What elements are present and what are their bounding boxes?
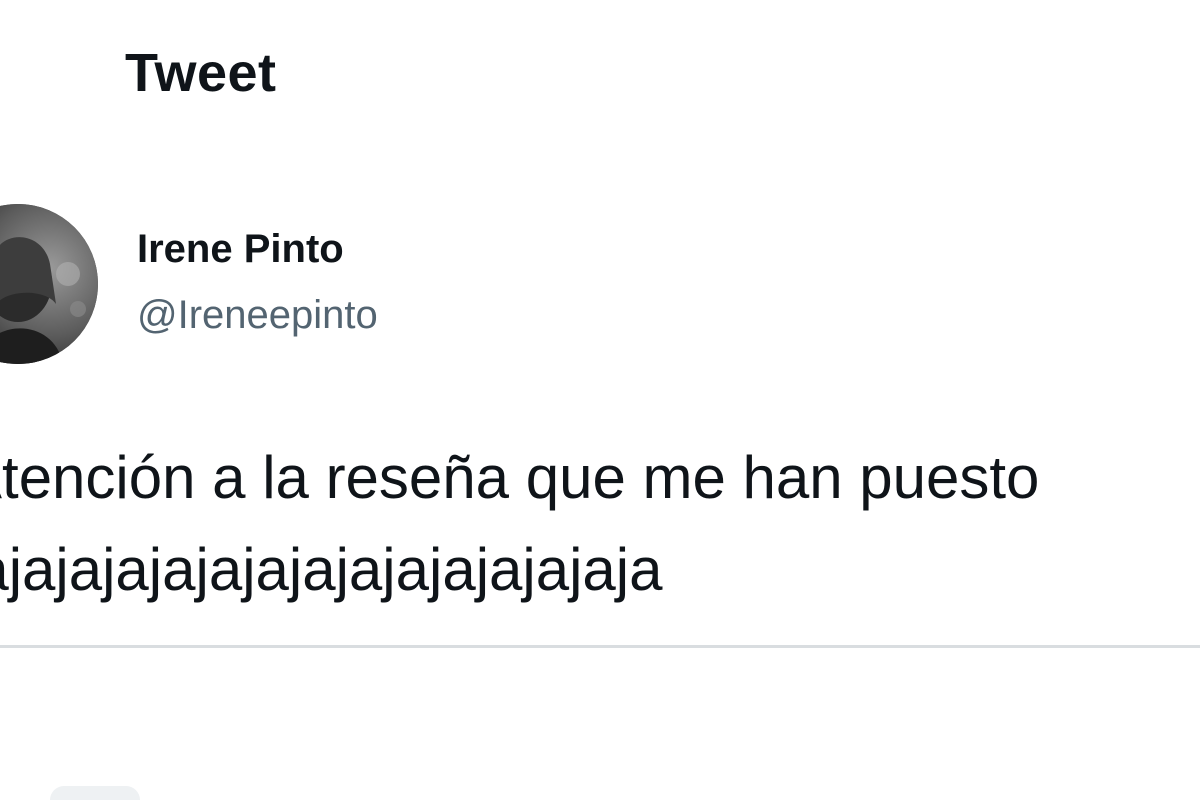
divider bbox=[0, 645, 1200, 648]
action-bar-hint bbox=[50, 786, 140, 800]
tweet-page: Tweet Irene Pinto @Ireneepinto Atención … bbox=[0, 0, 1200, 800]
tweet-text-line-1: Atención a la reseña que me han puesto bbox=[0, 444, 1040, 511]
author-handle[interactable]: @Ireneepinto bbox=[137, 292, 378, 338]
author-name[interactable]: Irene Pinto bbox=[137, 226, 344, 272]
page-title: Tweet bbox=[125, 43, 277, 103]
tweet-text-line-2: jajajajajajajajajajajajajajaja bbox=[0, 536, 663, 603]
author-avatar[interactable] bbox=[0, 204, 98, 364]
tweet-body: Atención a la reseña que me han puesto j… bbox=[0, 432, 1200, 616]
profile-photo-icon bbox=[0, 204, 98, 364]
